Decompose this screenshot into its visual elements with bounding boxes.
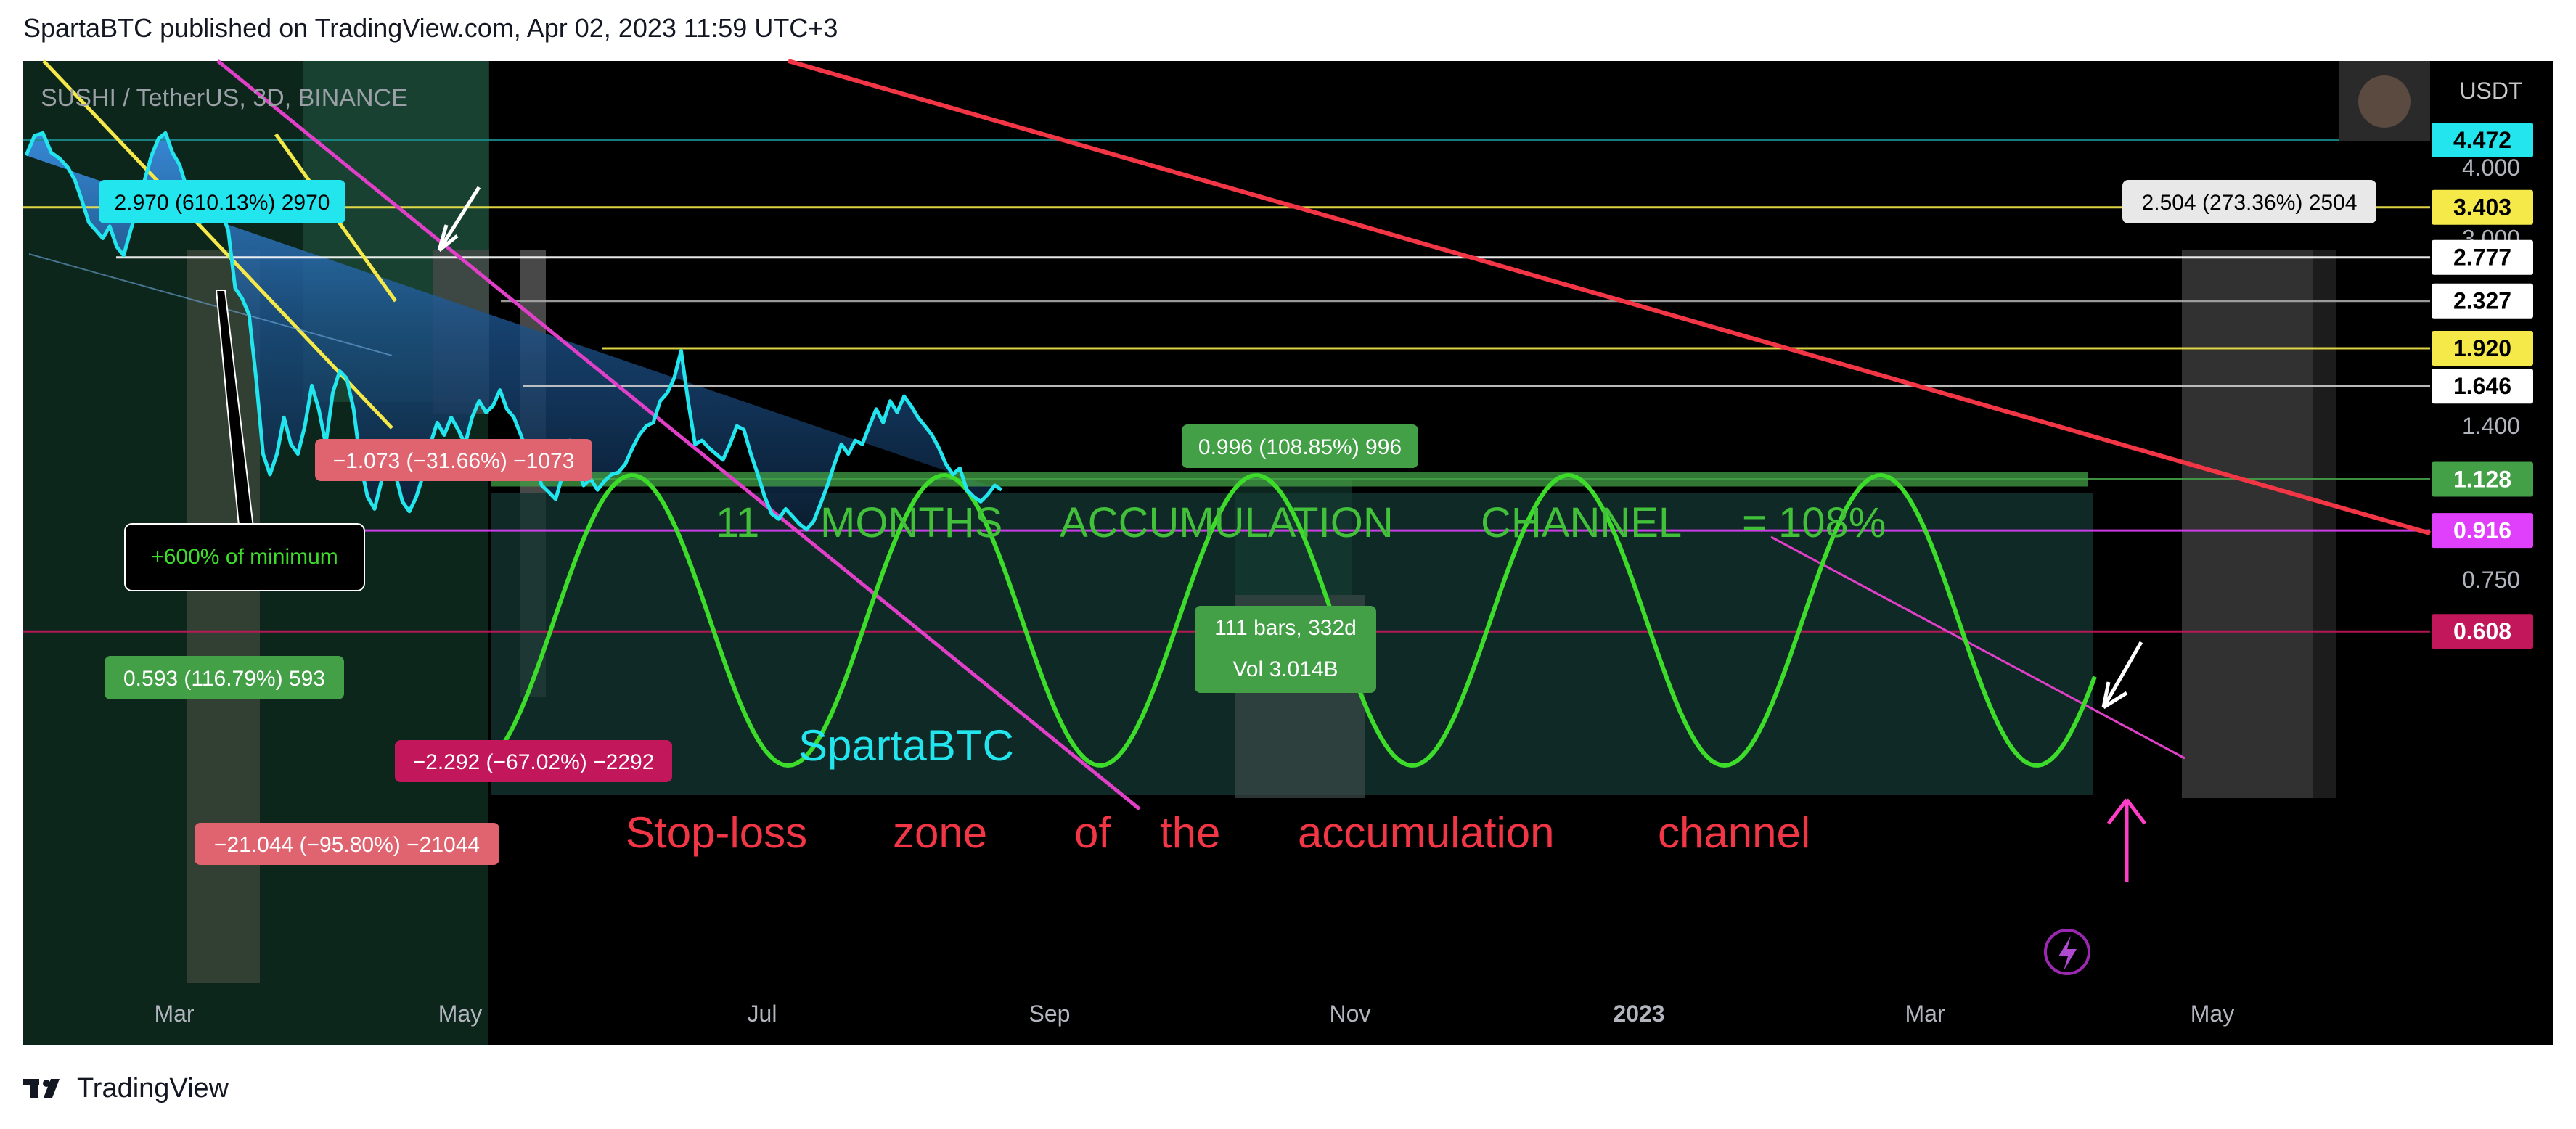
label-minus-67pct: −2.292 (−67.02%) −2292 xyxy=(413,750,655,774)
y-tick-label: 0.750 xyxy=(2462,567,2520,593)
price-tag: 1.646 xyxy=(2453,373,2511,399)
channel-text-word: CHANNEL xyxy=(1481,499,1682,546)
price-tag: 2.327 xyxy=(2453,288,2511,314)
y-tick-label: 4.000 xyxy=(2462,155,2520,181)
label-116pct: 0.593 (116.79%) 593 xyxy=(123,667,325,691)
price-tag: 0.608 xyxy=(2453,618,2511,644)
channel-text-word: 11 xyxy=(716,499,759,546)
avatar-face xyxy=(2358,75,2411,128)
footer-brand: TradingView xyxy=(23,1070,229,1107)
label-610pct: 2.970 (610.13%) 2970 xyxy=(115,191,330,215)
price-tag: 1.920 xyxy=(2453,335,2511,361)
x-tick-label: Jul xyxy=(748,1001,777,1027)
price-tag: 1.128 xyxy=(2453,466,2511,492)
channel-text-word: = 108% xyxy=(1742,499,1886,546)
label-108pct: 0.996 (108.85%) 996 xyxy=(1198,435,1402,459)
price-tag: 2.777 xyxy=(2453,245,2511,271)
price-tag: 0.916 xyxy=(2453,517,2511,543)
price-chart[interactable]: 2.970 (610.13%) 2970 −1.073 (−31.66%) −10… xyxy=(0,0,2576,1129)
zone-target-edge xyxy=(2313,250,2336,798)
vol-label: Vol 3.014B xyxy=(1232,657,1338,681)
stoploss-text-word: the xyxy=(1160,808,1220,857)
stoploss-text-word: accumulation xyxy=(1298,808,1555,857)
zone-right-black xyxy=(2070,798,2430,1045)
tradingview-logo-icon xyxy=(23,1079,60,1098)
x-tick-label: Mar xyxy=(1905,1001,1945,1027)
channel-text-word: MONTHS xyxy=(820,499,1002,546)
channel-text-word: ACCUMULATION xyxy=(1060,499,1394,546)
min-note: +600% of minimum xyxy=(151,545,338,569)
stoploss-text-word: channel xyxy=(1658,808,1810,857)
currency-label: USDT xyxy=(2459,78,2522,104)
stoploss-text-word: Stop-loss xyxy=(626,808,807,857)
x-tick-label: 2023 xyxy=(1613,1001,1664,1027)
stoploss-text-word: of xyxy=(1074,808,1111,857)
label-minus-95pct: −21.044 (−95.80%) −21044 xyxy=(214,833,480,857)
footer-brand-text: TradingView xyxy=(77,1072,229,1104)
label-minus-31pct: −1.073 (−31.66%) −1073 xyxy=(333,449,575,473)
x-tick-label: May xyxy=(438,1001,482,1027)
label-273pct: 2.504 (273.36%) 2504 xyxy=(2142,191,2358,215)
symbol-label: SUSHI / TetherUS, 3D, BINANCE xyxy=(41,84,408,112)
x-tick-label: May xyxy=(2191,1001,2234,1027)
x-tick-label: Nov xyxy=(1330,1001,1371,1027)
price-tag: 3.403 xyxy=(2453,194,2511,221)
y-tick-label: 1.400 xyxy=(2462,413,2520,439)
stoploss-text-word: zone xyxy=(893,808,987,857)
bars-label: 111 bars, 332d xyxy=(1214,616,1357,640)
price-tag: 4.472 xyxy=(2453,127,2511,153)
x-tick-label: Sep xyxy=(1029,1001,1071,1027)
author-watermark: SpartaBTC xyxy=(798,721,1014,770)
zone-target-box xyxy=(2182,250,2313,798)
x-tick-label: Mar xyxy=(154,1001,194,1027)
